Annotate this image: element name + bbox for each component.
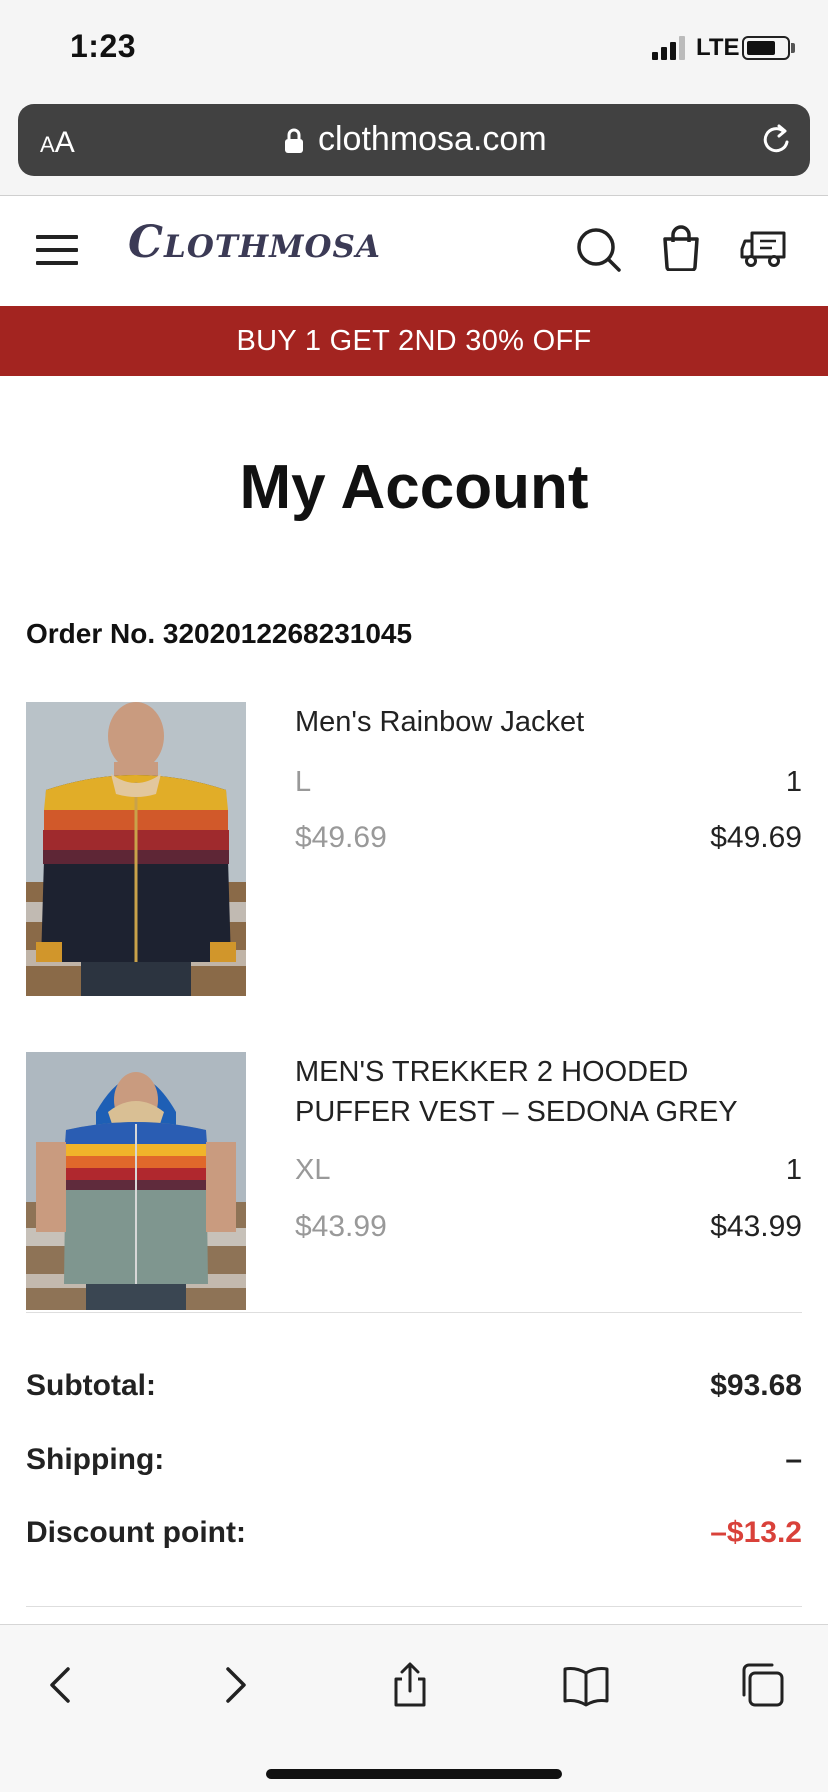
shopping-bag-icon[interactable] (660, 225, 702, 271)
text-size-button[interactable]: AA (40, 126, 75, 160)
battery-tip (791, 43, 795, 53)
order-item[interactable]: MEN'S TREKKER 2 HOODED PUFFER VEST – SED… (26, 1052, 802, 1310)
delivery-truck-icon[interactable] (740, 229, 786, 269)
item-size: L (295, 766, 312, 798)
tabs-icon[interactable] (738, 1661, 786, 1709)
browser-address-area: AA clothmosa.com (0, 96, 828, 196)
network-type: LTE (696, 34, 740, 61)
search-icon[interactable] (576, 227, 622, 273)
battery-icon (742, 36, 790, 60)
discount-value: –$13.2 (710, 1516, 802, 1549)
page-title: My Account (239, 453, 589, 522)
product-image[interactable] (26, 1052, 246, 1310)
item-unit-price: $49.69 (295, 821, 387, 854)
share-icon[interactable] (386, 1661, 434, 1709)
subtotal-value: $93.68 (710, 1369, 802, 1402)
order-item[interactable]: Men's Rainbow Jacket L 1 $49.69 $49.69 (26, 702, 802, 998)
subtotal-label: Subtotal: (26, 1369, 156, 1402)
divider (26, 1606, 802, 1607)
item-size: XL (295, 1154, 331, 1186)
url-text[interactable]: clothmosa.com (318, 120, 547, 159)
status-time: 1:23 (70, 28, 137, 64)
item-unit-price: $43.99 (295, 1210, 387, 1243)
site-header: Clothmosa (0, 197, 828, 305)
item-name[interactable]: MEN'S TREKKER 2 HOODED PUFFER VEST – SED… (295, 1052, 795, 1132)
order-number: Order No. 3202012268231045 (26, 618, 413, 649)
status-bar: 1:23 LTE (0, 0, 828, 96)
bookmarks-icon[interactable] (562, 1661, 610, 1709)
promo-banner[interactable]: BUY 1 GET 2ND 30% OFF (0, 306, 828, 376)
product-image[interactable] (26, 702, 246, 996)
item-quantity: 1 (785, 766, 802, 798)
signal-strength-icon (652, 36, 685, 60)
home-indicator (266, 1769, 562, 1779)
menu-icon[interactable] (36, 233, 78, 267)
shipping-value: – (785, 1443, 802, 1476)
address-bar[interactable]: AA clothmosa.com (18, 104, 810, 176)
item-quantity: 1 (785, 1154, 802, 1186)
lock-icon (285, 128, 303, 153)
reload-icon[interactable] (758, 122, 794, 158)
divider (26, 1312, 802, 1313)
browser-toolbar (0, 1624, 828, 1792)
site-logo[interactable]: Clothmosa (128, 217, 381, 268)
item-line-total: $49.69 (710, 821, 802, 854)
discount-label: Discount point: (26, 1516, 246, 1549)
item-line-total: $43.99 (710, 1210, 802, 1243)
forward-icon[interactable] (212, 1661, 260, 1709)
back-icon[interactable] (36, 1661, 84, 1709)
shipping-label: Shipping: (26, 1443, 165, 1476)
item-name[interactable]: Men's Rainbow Jacket (295, 702, 795, 742)
